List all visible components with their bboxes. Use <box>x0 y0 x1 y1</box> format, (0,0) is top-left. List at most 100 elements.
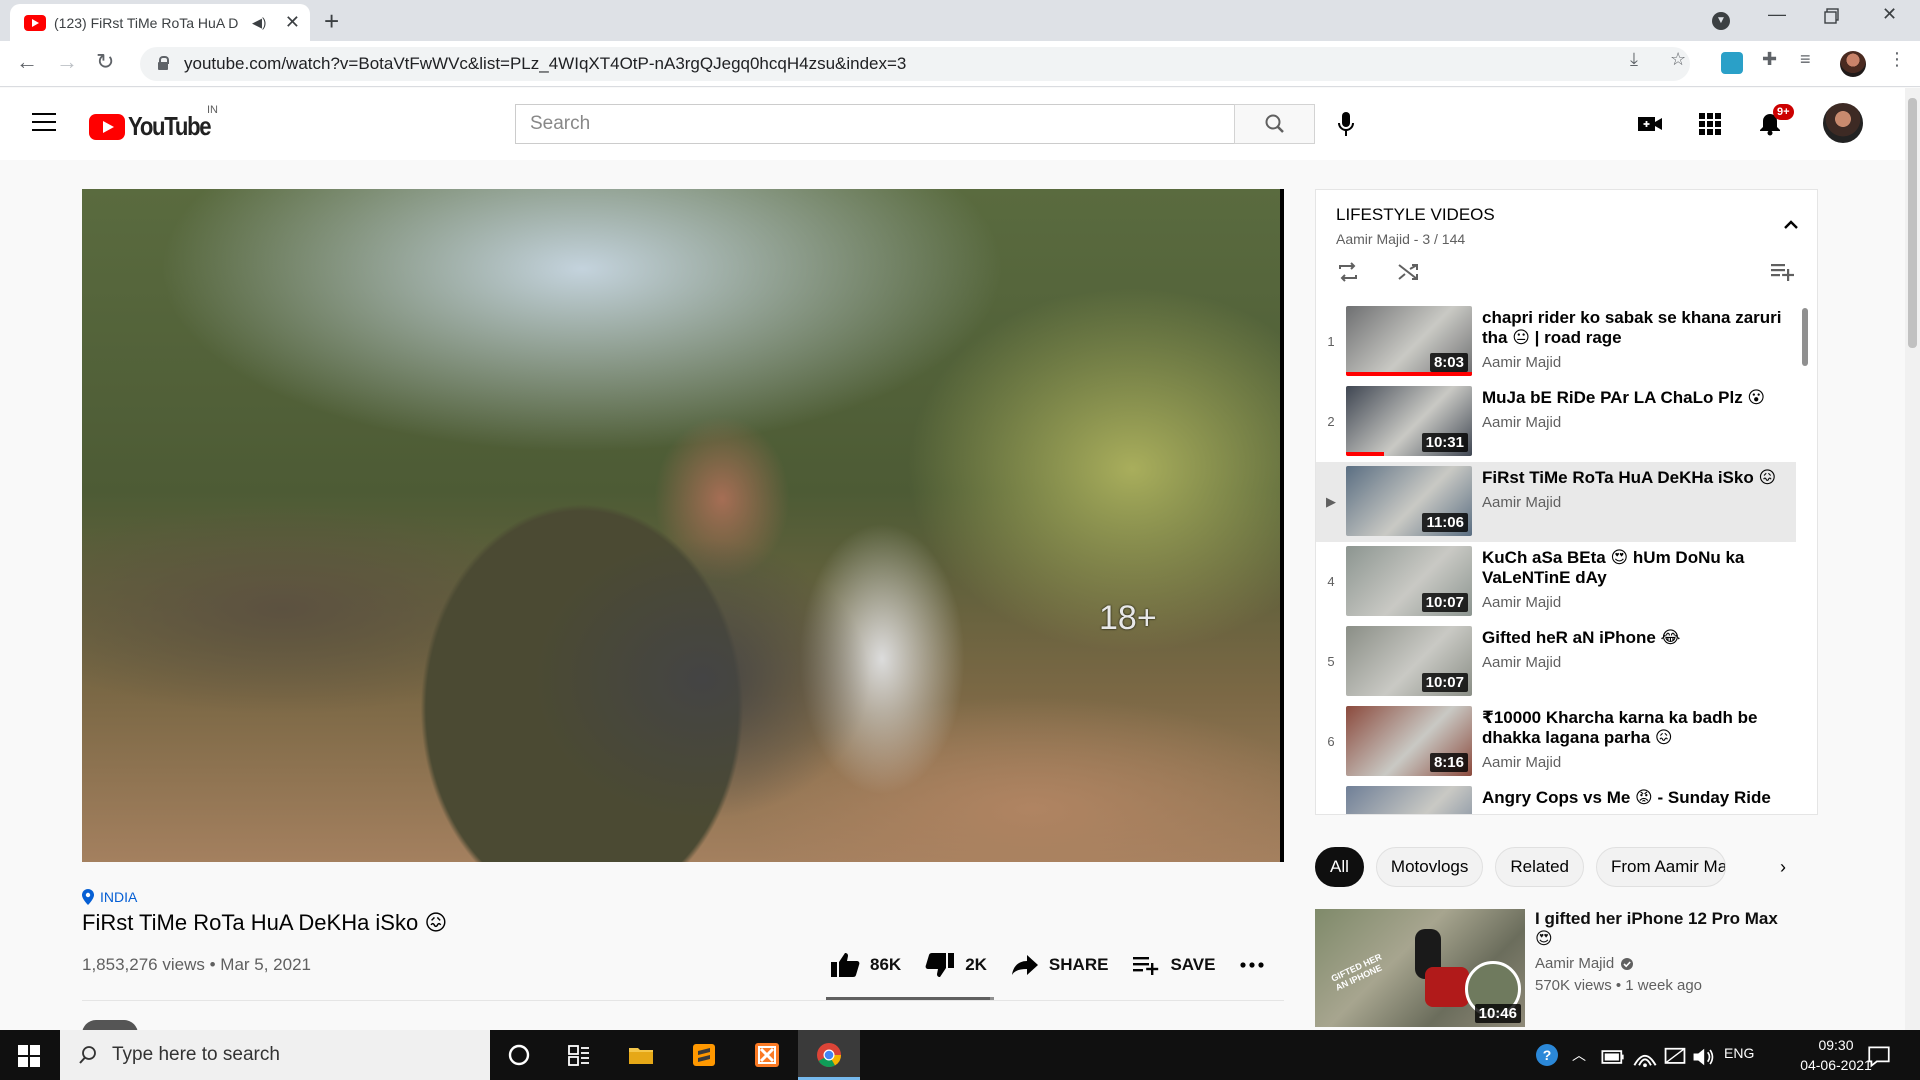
browser-tab-active[interactable]: (123) FiRst TiMe RoTa HuA D ◀) ✕ <box>10 4 310 41</box>
shuffle-icon[interactable] <box>1396 260 1420 284</box>
playlist-item[interactable]: 6 8:16 ₹10000 Kharcha karna ka badh be d… <box>1316 702 1796 782</box>
video-location[interactable]: INDIA <box>82 889 137 905</box>
page-scrollbar[interactable] <box>1905 88 1920 1030</box>
video-actions: 86K 2K SHARE SAVE <box>830 952 1289 978</box>
hamburger-menu-icon[interactable] <box>32 113 56 131</box>
minimize-button[interactable]: — <box>1768 4 1786 25</box>
taskbar-search-box[interactable]: Type here to search <box>60 1030 490 1080</box>
account-avatar[interactable] <box>1823 103 1863 143</box>
action-center-icon[interactable] <box>1866 1043 1892 1069</box>
filter-chip[interactable]: All <box>1315 847 1364 887</box>
new-tab-button[interactable]: + <box>324 6 339 37</box>
help-icon[interactable]: ? <box>1534 1042 1560 1068</box>
tab-title: (123) FiRst TiMe RoTa HuA D <box>54 14 239 31</box>
filter-chip[interactable]: From Aamir Majid <box>1596 847 1726 887</box>
playlist-item-thumbnail[interactable]: 8:16 <box>1346 706 1472 776</box>
save-button[interactable]: SAVE <box>1132 953 1215 977</box>
playlist-item-thumbnail[interactable]: 10:31 <box>1346 386 1472 456</box>
lock-icon[interactable] <box>158 56 169 70</box>
sublime-text-icon[interactable] <box>691 1042 717 1068</box>
youtube-logo[interactable]: YouTube <box>89 111 225 142</box>
more-actions-button[interactable] <box>1239 961 1265 969</box>
media-control-icon[interactable]: ≡ <box>1800 49 1811 70</box>
playlist-item-thumbnail[interactable]: 10:07 <box>1346 626 1472 696</box>
chips-next-icon[interactable]: › <box>1780 857 1786 878</box>
save-playlist-icon[interactable] <box>1770 260 1794 284</box>
url-text[interactable]: youtube.com/watch?v=BotaVtFwWVc&list=PLz… <box>184 54 906 74</box>
playlist-item-title[interactable]: Gifted heR aN iPhone 😂 <box>1482 628 1782 648</box>
playlist-item-title[interactable]: KuCh aSa BEta 😍 hUm DoNu ka VaLeNTinE dA… <box>1482 548 1782 588</box>
bookmark-star-icon[interactable]: ☆ <box>1670 49 1686 70</box>
cortana-icon[interactable] <box>506 1042 532 1068</box>
playlist-item[interactable]: 2 10:31 MuJa bE RiDe PAr LA ChaLo Plz 😮 … <box>1316 382 1796 462</box>
loop-playlist-icon[interactable] <box>1336 260 1360 284</box>
collapse-playlist-icon[interactable] <box>1783 217 1799 235</box>
address-bar[interactable]: youtube.com/watch?v=BotaVtFwWVc&list=PLz… <box>140 47 1690 81</box>
playlist-item[interactable]: Angry Cops vs Me 😡 - Sunday Ride Aamir M… <box>1316 782 1796 814</box>
playlist-item-title[interactable]: ₹10000 Kharcha karna ka badh be dhakka l… <box>1482 708 1782 748</box>
extension-icon[interactable] <box>1721 52 1743 74</box>
filter-chips: All Motovlogs Related From Aamir Majid <box>1315 847 1726 887</box>
taskbar-active-app[interactable] <box>798 1030 860 1080</box>
playlist-item[interactable]: 1 8:03 chapri rider ko sabak se khana za… <box>1316 302 1796 382</box>
playlist-item[interactable]: 4 10:07 KuCh aSa BEta 😍 hUm DoNu ka VaLe… <box>1316 542 1796 622</box>
playlist-item[interactable]: ▶ 11:06 FiRst TiMe RoTa HuA DeKHa iSko 😖… <box>1316 462 1796 542</box>
extensions-puzzle-icon[interactable]: ✚ <box>1762 49 1777 70</box>
playlist-title[interactable]: LIFESTYLE VIDEOS <box>1336 205 1495 225</box>
volume-icon[interactable] <box>1690 1044 1716 1070</box>
search-input[interactable]: Search <box>515 104 1235 144</box>
filter-chip[interactable]: Related <box>1495 847 1584 887</box>
notification-badge: 9+ <box>1773 104 1794 120</box>
input-language[interactable]: ENG <box>1724 1045 1754 1061</box>
recommended-title[interactable]: I gifted her iPhone 12 Pro Max 😍 <box>1535 909 1795 949</box>
browser-profile-avatar[interactable] <box>1840 51 1866 77</box>
tab-search-icon[interactable]: ▼ <box>1712 12 1730 30</box>
windows-start-icon[interactable] <box>18 1045 40 1067</box>
xampp-icon[interactable] <box>754 1042 780 1068</box>
playlist-item-title[interactable]: chapri rider ko sabak se khana zaruri th… <box>1482 308 1782 348</box>
close-window-button[interactable]: ✕ <box>1882 4 1897 25</box>
playlist-item-title[interactable]: Angry Cops vs Me 😡 - Sunday Ride <box>1482 788 1782 808</box>
playlist-item-thumbnail[interactable]: 8:03 <box>1346 306 1472 376</box>
chrome-menu-icon[interactable]: ⋮ <box>1888 49 1906 70</box>
playlist-item-index: 5 <box>1327 654 1335 669</box>
playlist-item-thumbnail[interactable] <box>1346 786 1472 814</box>
tab-audio-icon[interactable]: ◀) <box>252 15 266 31</box>
share-button[interactable]: SHARE <box>1011 953 1108 977</box>
search-button[interactable] <box>1234 104 1315 144</box>
battery-icon[interactable] <box>1600 1044 1626 1070</box>
playlist-item-index: 6 <box>1327 734 1335 749</box>
section-divider <box>82 1000 1284 1001</box>
install-app-icon[interactable]: ⤓ <box>1630 49 1638 70</box>
network-icon[interactable] <box>1662 1044 1688 1070</box>
dislike-button[interactable]: 2K <box>925 952 987 978</box>
recommended-thumbnail[interactable]: GIFTED HER AN IPHONE 10:46 <box>1315 909 1525 1027</box>
playlist-scrollbar[interactable] <box>1802 308 1808 366</box>
playlist-item[interactable]: 5 10:07 Gifted heR aN iPhone 😂 Aamir Maj… <box>1316 622 1796 702</box>
microphone-icon[interactable] <box>1336 110 1356 140</box>
playlist-item-title[interactable]: FiRst TiMe RoTa HuA DeKHa iSko 😖 <box>1482 468 1782 488</box>
apps-grid-icon[interactable] <box>1697 112 1723 136</box>
playlist-item-title[interactable]: MuJa bE RiDe PAr LA ChaLo Plz 😮 <box>1482 388 1782 408</box>
back-arrow-icon[interactable]: ← <box>16 49 38 75</box>
forward-arrow-icon[interactable]: → <box>56 49 78 75</box>
file-explorer-icon[interactable] <box>628 1042 654 1068</box>
playlist-item-thumbnail[interactable]: 11:06 <box>1346 466 1472 536</box>
recommended-channel[interactable]: Aamir Majid <box>1535 955 1634 972</box>
maximize-button[interactable] <box>1824 8 1840 29</box>
browser-toolbar: ← → ↻ youtube.com/watch?v=BotaVtFwWVc&li… <box>0 41 1920 87</box>
video-player[interactable]: 18+ <box>82 189 1284 862</box>
task-view-icon[interactable] <box>566 1042 592 1068</box>
reload-icon[interactable]: ↻ <box>96 49 114 75</box>
recommended-channel-name[interactable]: Aamir Majid <box>1535 955 1614 972</box>
filter-chip[interactable]: Motovlogs <box>1375 847 1484 887</box>
tray-chevron-icon[interactable]: ︿ <box>1572 1045 1586 1065</box>
create-video-icon[interactable] <box>1637 112 1663 136</box>
system-clock[interactable]: 09:30 04-06-2021 <box>1796 1035 1876 1075</box>
location-label[interactable]: INDIA <box>100 889 137 905</box>
tab-close-icon[interactable]: ✕ <box>285 12 300 33</box>
taskbar-search-placeholder[interactable]: Type here to search <box>112 1044 280 1066</box>
playlist-item-thumbnail[interactable]: 10:07 <box>1346 546 1472 616</box>
wifi-icon[interactable] <box>1632 1044 1658 1070</box>
like-button[interactable]: 86K <box>830 952 901 978</box>
